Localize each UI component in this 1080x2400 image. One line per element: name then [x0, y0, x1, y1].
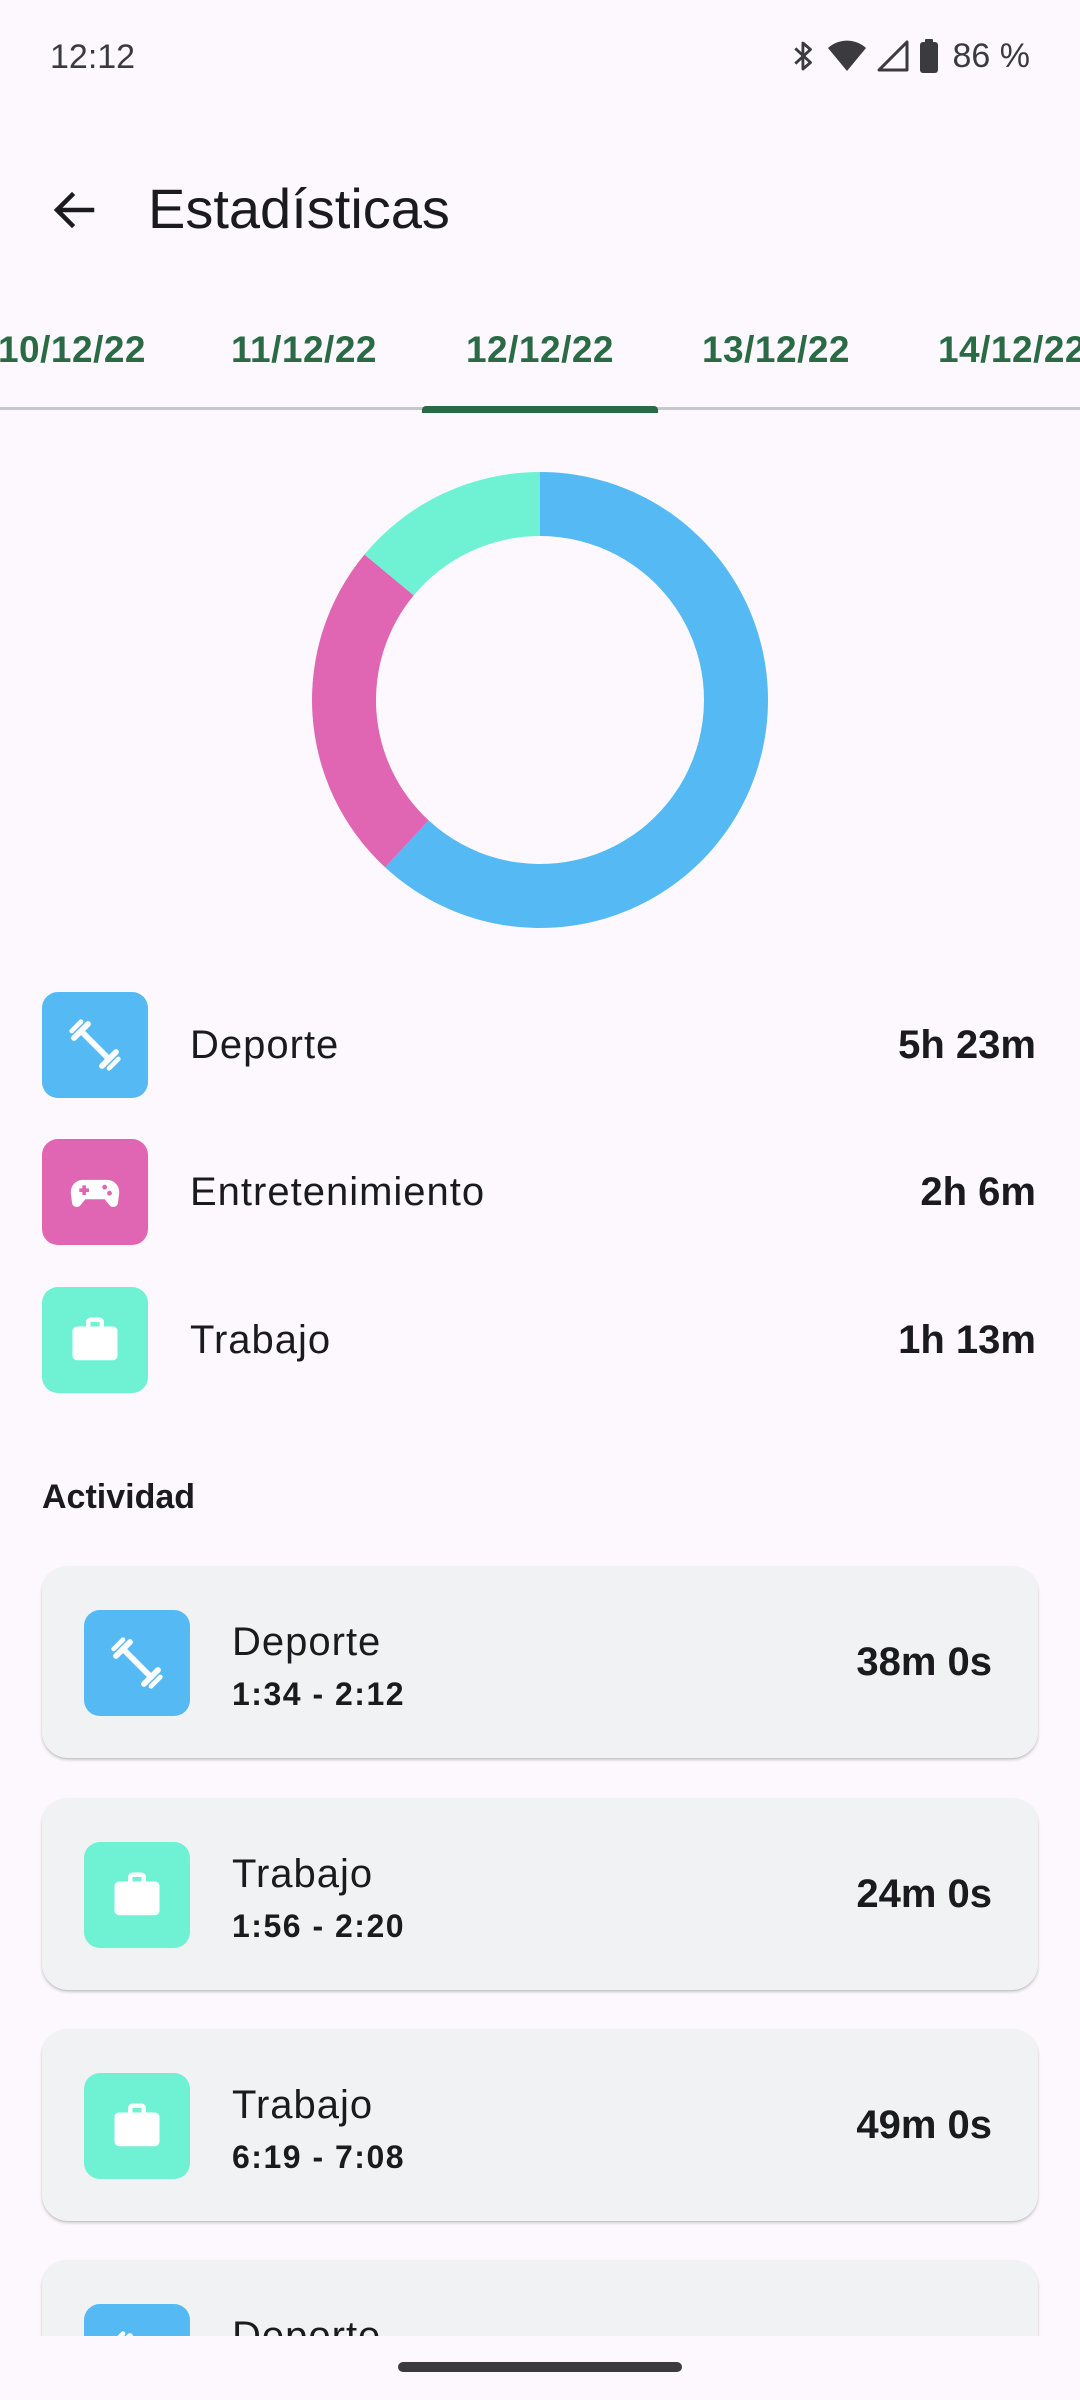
tab-10-12-22[interactable]: 10/12/22 [0, 290, 190, 410]
category-total: 1h 13m [898, 1317, 1036, 1362]
arrow-back-icon [50, 186, 98, 239]
activity-card[interactable]: Trabajo 1:56 - 2:20 24m 0s [42, 1798, 1038, 1990]
dumbbell-icon [42, 992, 148, 1098]
activity-card[interactable]: Deporte 1:34 - 2:12 38m 0s [42, 1566, 1038, 1758]
category-total: 5h 23m [898, 1022, 1036, 1067]
back-button[interactable] [32, 170, 116, 254]
app-bar: Estadísticas [0, 140, 1080, 266]
activity-name: Deporte [232, 1620, 382, 1664]
activity-name: Trabajo [232, 2083, 374, 2127]
activity-card[interactable]: Deporte [42, 2260, 1038, 2336]
activity-time-range: 6:19 - 7:08 [232, 2139, 406, 2175]
battery-icon [919, 38, 939, 74]
category-row-entretenimiento: Entretenimiento 2h 6m [0, 1139, 1080, 1245]
activity-duration: 24m 0s [856, 1871, 992, 1916]
page-title: Estadísticas [148, 177, 450, 240]
category-row-trabajo: Trabajo 1h 13m [0, 1287, 1080, 1393]
activity-name: Deporte [232, 2314, 382, 2336]
donut-chart [308, 468, 772, 932]
tab-11-12-22[interactable]: 11/12/22 [186, 290, 422, 410]
bluetooth-icon [791, 38, 817, 74]
category-row-deporte: Deporte 5h 23m [0, 992, 1080, 1098]
category-name: Deporte [190, 1022, 340, 1067]
category-name: Entretenimiento [190, 1169, 486, 1214]
date-tabs: 10/12/22 11/12/22 12/12/22 13/12/22 14/1… [0, 290, 1080, 413]
activity-time-range: 1:56 - 2:20 [232, 1908, 406, 1944]
dumbbell-icon [84, 2304, 190, 2336]
activity-duration: 49m 0s [856, 2102, 992, 2147]
category-name: Trabajo [190, 1317, 332, 1362]
briefcase-icon [42, 1287, 148, 1393]
tab-13-12-22[interactable]: 13/12/22 [658, 290, 894, 410]
activity-name: Trabajo [232, 1852, 374, 1896]
tab-12-12-22[interactable]: 12/12/22 [422, 290, 658, 413]
activity-duration: 38m 0s [856, 1639, 992, 1684]
battery-percentage: 86 % [952, 36, 1031, 75]
dumbbell-icon [84, 1610, 190, 1716]
activity-time-range: 1:34 - 2:12 [232, 1676, 406, 1712]
signal-icon [877, 40, 909, 72]
category-total: 2h 6m [920, 1169, 1036, 1214]
activity-list: Deporte 1:34 - 2:12 38m 0s Trabajo 1:56 … [0, 1560, 1080, 2336]
status-icons: 86 % [791, 36, 1031, 76]
activity-section-title: Actividad [42, 1478, 196, 1516]
wifi-icon [827, 39, 867, 73]
activity-card[interactable]: Trabajo 6:19 - 7:08 49m 0s [42, 2029, 1038, 2221]
home-indicator[interactable] [398, 2362, 682, 2372]
donut-slice-entretenimiento [312, 554, 429, 868]
briefcase-icon [84, 1842, 190, 1948]
tab-14-12-22[interactable]: 14/12/22 [894, 290, 1080, 410]
status-time: 12:12 [50, 38, 136, 76]
gamepad-icon [42, 1139, 148, 1245]
briefcase-icon [84, 2073, 190, 2179]
status-bar: 12:12 86 % [0, 0, 1080, 118]
